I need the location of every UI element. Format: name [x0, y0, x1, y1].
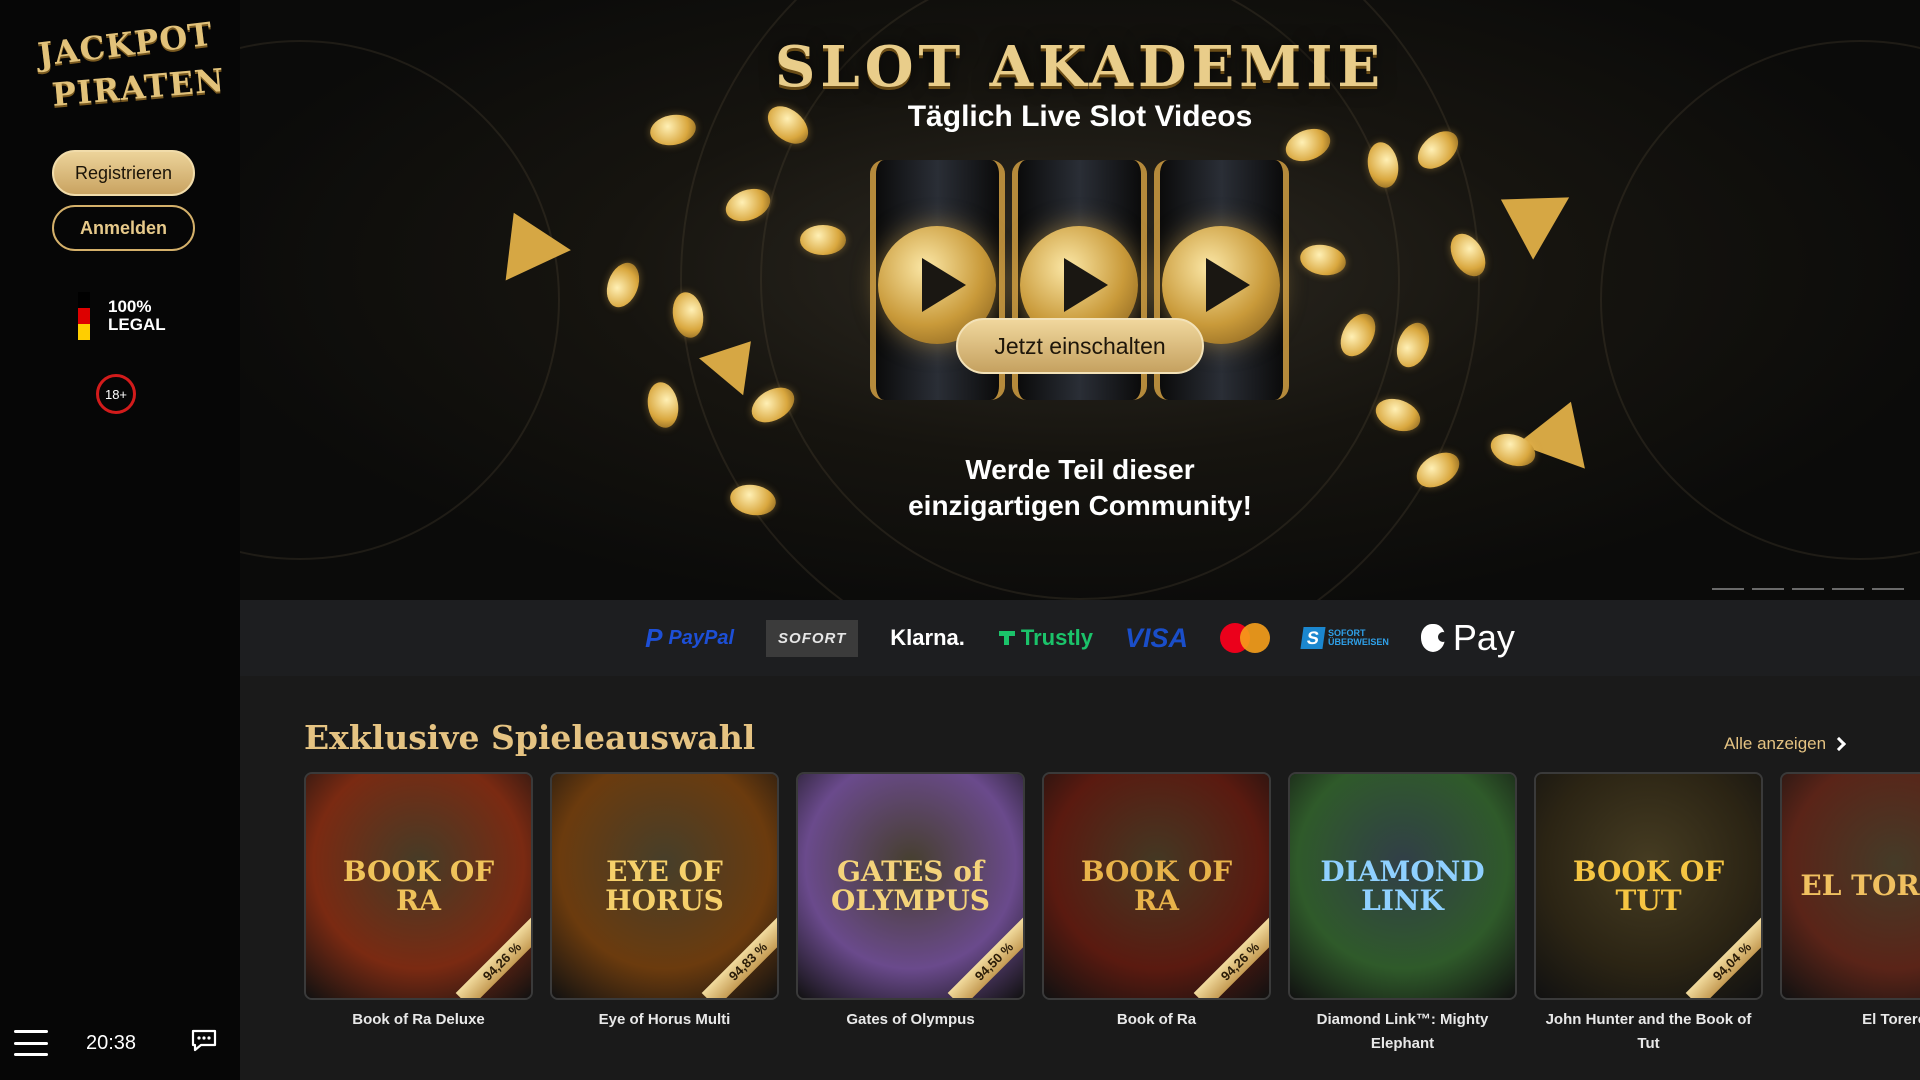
- hamburger-menu-icon[interactable]: [14, 1030, 48, 1056]
- chat-icon[interactable]: [190, 1028, 218, 1054]
- game-art-title: DIAMOND LINK: [1290, 774, 1515, 998]
- game-name[interactable]: Book of Ra Deluxe: [304, 1008, 533, 1032]
- clock: 20:38: [86, 1032, 137, 1054]
- sofort-ueberweisung-line-2: ÜBERWEISEN: [1328, 637, 1389, 647]
- sofort-logo: SOFORT: [766, 619, 859, 657]
- paypal-logo: P PayPal: [645, 623, 734, 654]
- game-thumbnail[interactable]: BOOK OF TUT 94,04 %: [1534, 772, 1763, 1000]
- apple-pay-label: Pay: [1452, 617, 1515, 658]
- paypal-label: PayPal: [668, 626, 735, 649]
- chevron-right-icon: [1832, 736, 1847, 752]
- hero-tagline-line-1: Werde Teil dieser: [965, 454, 1195, 485]
- hero-tagline-line-2: einzigartigen Community!: [908, 490, 1252, 521]
- coin-icon: [644, 379, 682, 431]
- hero-title: SLOT AKADEMIE: [774, 34, 1386, 100]
- hero-subtitle: Täglich Live Slot Videos: [907, 100, 1253, 133]
- register-button[interactable]: Registrieren: [52, 150, 195, 196]
- legal-line-1: 100%: [108, 297, 152, 316]
- visa-logo: VISA: [1125, 622, 1189, 653]
- coin-icon: [601, 258, 645, 312]
- jackpot-piraten-logo[interactable]: JACKPOT PIRATEN: [36, 15, 226, 114]
- carousel-dot[interactable]: [1832, 588, 1864, 590]
- sofort-ueberweisung-mark: S: [1300, 627, 1326, 649]
- game-art-title: EL TORERO: [1782, 774, 1920, 998]
- game-tile[interactable]: EL TORERO El Torero: [1780, 772, 1920, 1032]
- trustly-icon: [998, 631, 1015, 645]
- sofort-ueberweisung-logo: S SOFORT ÜBERWEISEN: [1300, 627, 1389, 649]
- game-tile[interactable]: DIAMOND LINK Diamond Link™: Mighty Elepha…: [1288, 772, 1517, 1056]
- show-all-link[interactable]: Alle anzeigen: [1724, 734, 1847, 754]
- game-name[interactable]: El Torero: [1780, 1008, 1920, 1032]
- game-thumbnail[interactable]: BOOK OF RA 94,26 %: [304, 772, 533, 1000]
- klarna-logo: Klarna.: [890, 625, 965, 650]
- hero-banner[interactable]: SLOT AKADEMIE Täglich Live Slot Videos J…: [240, 0, 1920, 600]
- apple-pay-logo: Pay: [1420, 617, 1515, 659]
- carousel-dot[interactable]: [1752, 588, 1784, 590]
- germany-flag-icon: [78, 292, 90, 340]
- trustly-label: Trustly: [1020, 625, 1093, 650]
- game-thumbnail[interactable]: DIAMOND LINK: [1288, 772, 1517, 1000]
- game-tile[interactable]: GATES of OLYMPUS 94,50 % Gates of Olympus: [796, 772, 1025, 1032]
- game-thumbnail[interactable]: EYE OF HORUS 94,83 %: [550, 772, 779, 1000]
- carousel-dot[interactable]: [1792, 588, 1824, 590]
- game-name[interactable]: Eye of Horus Multi: [550, 1008, 779, 1032]
- games-carousel[interactable]: BOOK OF RA 94,26 % Book of Ra Deluxe EYE OF…: [304, 772, 1920, 1072]
- game-name[interactable]: Gates of Olympus: [796, 1008, 1025, 1032]
- game-name[interactable]: Book of Ra: [1042, 1008, 1271, 1032]
- game-tile[interactable]: EYE OF HORUS 94,83 % Eye of Horus Multi: [550, 772, 779, 1032]
- sidebar: JACKPOT PIRATEN Registrieren Anmelden 10…: [0, 0, 240, 1080]
- watch-now-button[interactable]: Jetzt einschalten: [956, 318, 1204, 374]
- sidebar-footer: 20:38: [0, 1020, 240, 1070]
- game-name[interactable]: Diamond Link™: Mighty Elephant: [1288, 1008, 1517, 1056]
- apple-icon: [1420, 624, 1448, 652]
- carousel-dot[interactable]: [1872, 588, 1904, 590]
- payment-methods-bar: P PayPal SOFORT Klarna. Trustly VISA S S…: [240, 600, 1920, 676]
- coin-icon: [800, 225, 846, 255]
- hero-tagline: Werde Teil dieser einzigartigen Communit…: [240, 452, 1920, 524]
- legal-badge: 100% LEGAL: [78, 292, 166, 340]
- show-all-label: Alle anzeigen: [1724, 734, 1827, 753]
- game-tile[interactable]: BOOK OF TUT 94,04 % John Hunter and the Bo…: [1534, 772, 1763, 1056]
- legal-line-2: LEGAL: [108, 315, 166, 334]
- game-name[interactable]: John Hunter and the Book of Tut: [1534, 1008, 1763, 1056]
- game-tile[interactable]: BOOK OF RA 94,26 % Book of Ra: [1042, 772, 1271, 1032]
- paypal-mark: P: [645, 622, 663, 653]
- game-thumbnail[interactable]: GATES of OLYMPUS 94,50 %: [796, 772, 1025, 1000]
- age-restriction-badge: 18+: [96, 374, 136, 414]
- mastercard-logo: [1220, 623, 1271, 653]
- carousel-indicators[interactable]: [1712, 588, 1904, 590]
- exclusive-games-section: Exklusive Spieleauswahl Alle anzeigen BO…: [240, 676, 1920, 1080]
- game-tile[interactable]: BOOK OF RA 94,26 % Book of Ra Deluxe: [304, 772, 533, 1032]
- game-thumbnail[interactable]: BOOK OF RA 94,26 %: [1042, 772, 1271, 1000]
- trustly-logo: Trustly: [997, 625, 1093, 651]
- section-title: Exklusive Spieleauswahl: [304, 718, 756, 757]
- carousel-dot[interactable]: [1712, 588, 1744, 590]
- login-button[interactable]: Anmelden: [52, 205, 195, 251]
- game-thumbnail[interactable]: EL TORERO: [1780, 772, 1920, 1000]
- graduation-cap-icon: [1482, 168, 1570, 260]
